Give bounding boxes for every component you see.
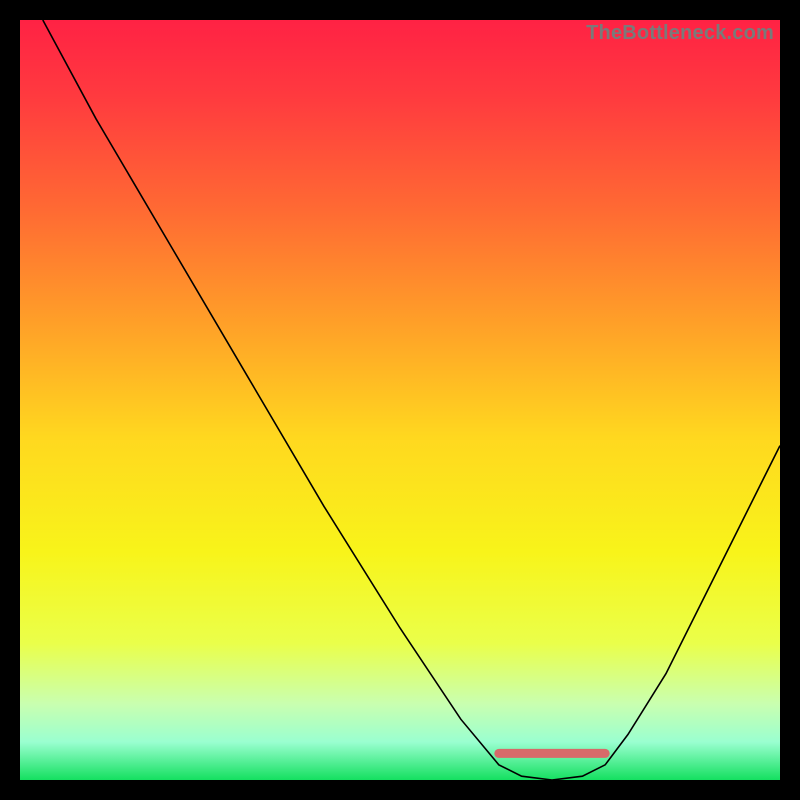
chart-svg	[20, 20, 780, 780]
chart-background	[20, 20, 780, 780]
watermark-text: TheBottleneck.com	[586, 22, 774, 45]
chart-frame: TheBottleneck.com	[20, 20, 780, 780]
